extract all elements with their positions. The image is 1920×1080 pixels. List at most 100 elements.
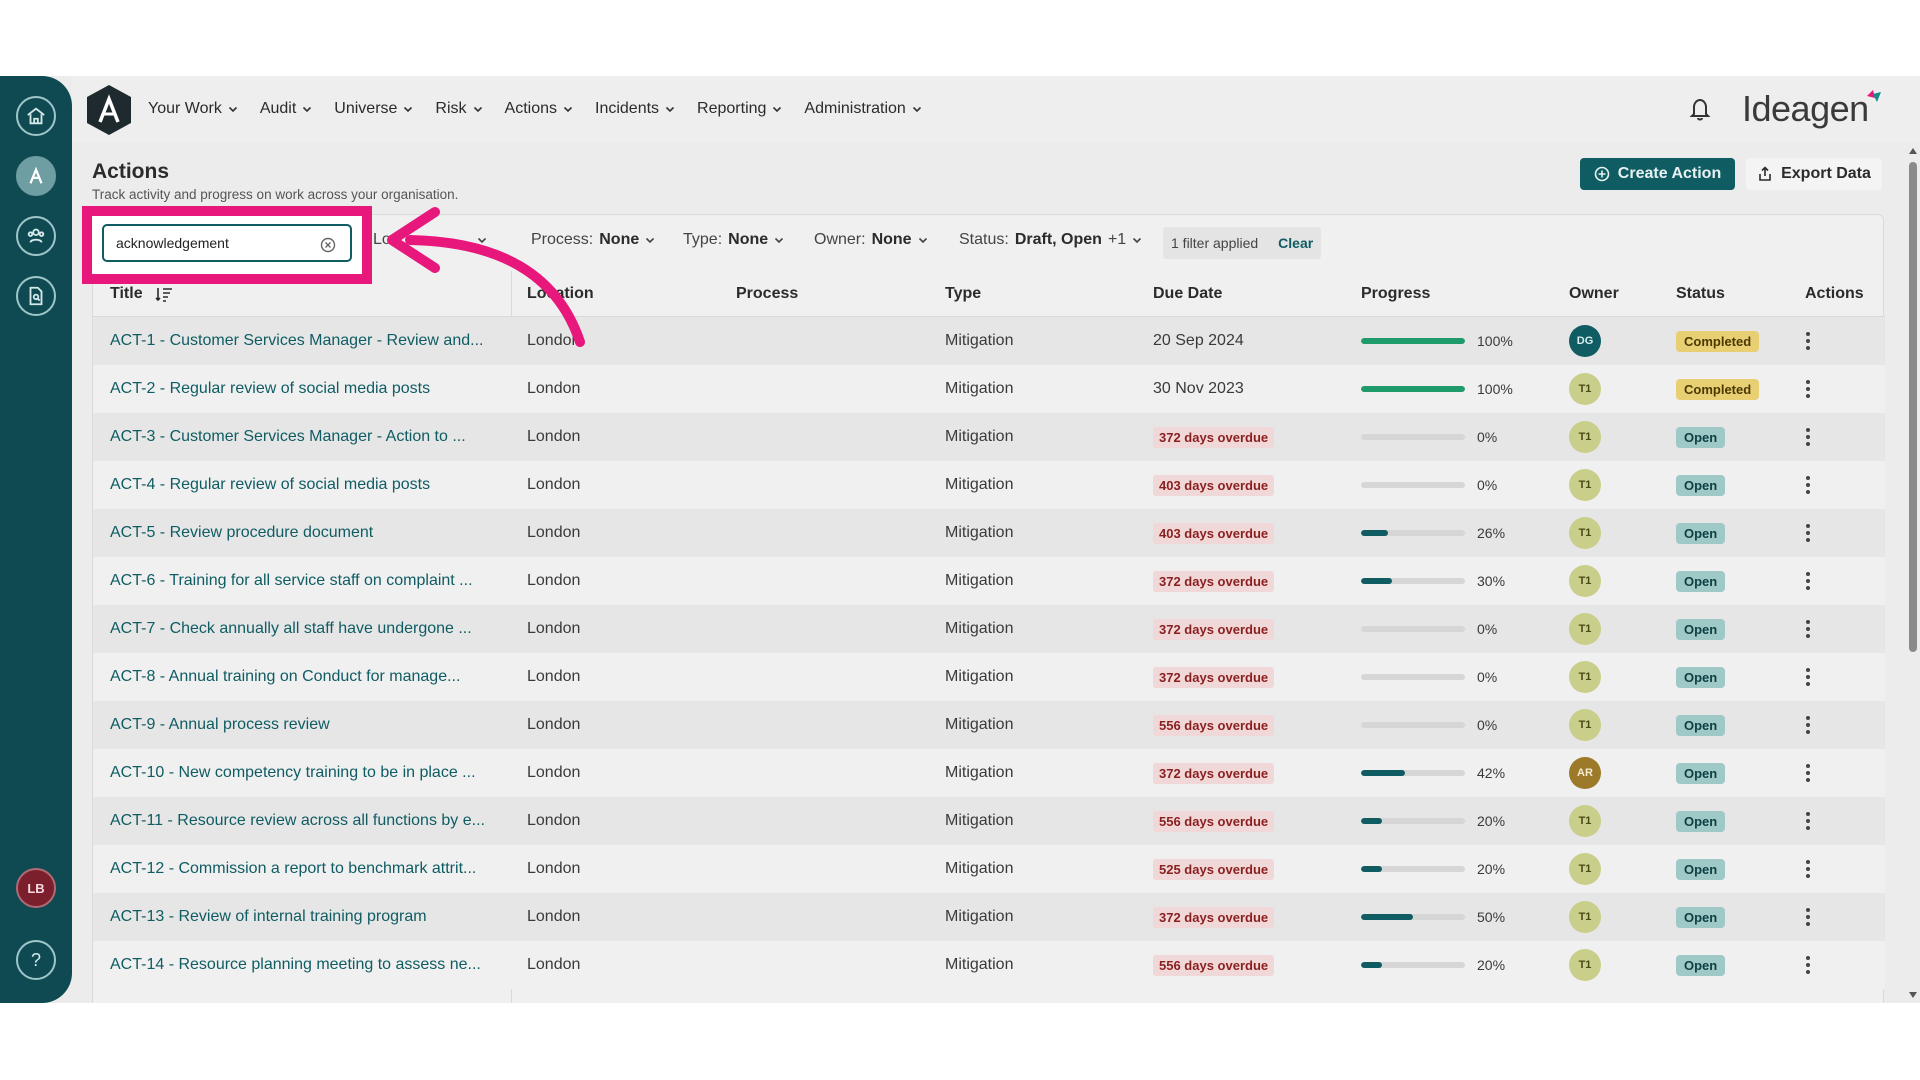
kebab-menu-icon[interactable] [1805,715,1811,735]
action-title-link[interactable]: ACT-5 - Review procedure document [110,509,373,557]
owner-avatar[interactable]: T1 [1569,901,1601,933]
table-row[interactable]: ACT-13 - Review of internal training pro… [93,893,1885,941]
owner-cell: T1 [1569,893,1601,941]
kebab-menu-icon[interactable] [1805,667,1811,687]
owner-avatar[interactable]: T1 [1569,805,1601,837]
search-field[interactable] [102,224,352,262]
nav-item-audit[interactable]: Audit [260,100,312,118]
page-scrollbar[interactable] [1906,76,1920,1003]
document-search-icon[interactable] [16,276,56,316]
kebab-menu-icon[interactable] [1805,763,1811,783]
help-icon[interactable]: ? [16,940,56,980]
owner-avatar[interactable]: T1 [1569,421,1601,453]
kebab-menu-icon[interactable] [1805,379,1811,399]
user-avatar[interactable]: LB [16,868,56,908]
action-title-link[interactable]: ACT-9 - Annual process review [110,701,330,749]
progress-bar [1361,722,1465,728]
due-date-cell: 372 days overdue [1153,893,1275,941]
kebab-menu-icon[interactable] [1805,619,1811,639]
table-row[interactable]: ACT-10 - New competency training to be i… [93,749,1885,797]
app-logo[interactable] [85,84,133,136]
sort-icon[interactable] [155,286,173,302]
home-icon[interactable] [16,96,56,136]
column-header-due-date[interactable]: Due Date [1153,285,1222,303]
owner-filter[interactable]: Owner: None [814,231,928,249]
search-input[interactable] [116,235,306,251]
type-filter[interactable]: Type: None [683,231,784,249]
owner-avatar[interactable]: T1 [1569,949,1601,981]
owner-avatar[interactable]: T1 [1569,853,1601,885]
owner-avatar[interactable]: AR [1569,757,1601,789]
kebab-menu-icon[interactable] [1805,427,1811,447]
action-title-link[interactable]: ACT-12 - Commission a report to benchmar… [110,845,476,893]
owner-avatar[interactable]: T1 [1569,469,1601,501]
export-data-button[interactable]: Export Data [1746,158,1882,190]
clear-search-icon[interactable] [320,237,336,253]
owner-avatar[interactable]: T1 [1569,517,1601,549]
chevron-down-icon [918,237,927,244]
bell-icon[interactable] [1688,96,1712,122]
kebab-menu-icon[interactable] [1805,811,1811,831]
nav-item-universe[interactable]: Universe [334,100,413,118]
row-actions-cell [1805,365,1811,413]
status-filter[interactable]: Status: Draft, Open +1 [959,231,1142,249]
action-title-link[interactable]: ACT-3 - Customer Services Manager - Acti… [110,413,466,461]
nav-item-actions[interactable]: Actions [505,100,573,118]
owner-avatar[interactable]: T1 [1569,661,1601,693]
nav-item-your-work[interactable]: Your Work [148,100,238,118]
table-row[interactable]: ACT-11 - Resource review across all func… [93,797,1885,845]
table-row[interactable]: ACT-1 - Customer Services Manager - Revi… [93,317,1885,365]
kebab-menu-icon[interactable] [1805,907,1811,927]
table-row[interactable]: ACT-5 - Review procedure document London M… [93,509,1885,557]
kebab-menu-icon[interactable] [1805,475,1811,495]
scroll-thumb[interactable] [1909,162,1917,652]
owner-avatar[interactable]: DG [1569,325,1601,357]
action-title-link[interactable]: ACT-7 - Check annually all staff have un… [110,605,472,653]
nav-item-administration[interactable]: Administration [804,100,921,118]
table-row[interactable]: ACT-2 - Regular review of social media p… [93,365,1885,413]
scroll-down-arrow[interactable] [1909,992,1917,998]
type-cell: Mitigation [945,860,1014,877]
clear-filters-button[interactable]: Clear [1278,235,1313,251]
kebab-menu-icon[interactable] [1805,955,1811,975]
table-row[interactable]: ACT-14 - Resource planning meeting to as… [93,941,1885,989]
type-cell: Mitigation [945,620,1014,637]
app-logo-icon[interactable] [16,156,56,196]
table-row[interactable]: ACT-4 - Regular review of social media p… [93,461,1885,509]
action-title-link[interactable]: ACT-6 - Training for all service staff o… [110,557,473,605]
create-action-button[interactable]: Create Action [1580,158,1735,190]
owner-avatar[interactable]: T1 [1569,373,1601,405]
column-header-process[interactable]: Process [736,285,798,303]
location-cell: London [527,860,581,877]
kebab-menu-icon[interactable] [1805,331,1811,351]
owner-avatar[interactable]: T1 [1569,709,1601,741]
table-row[interactable]: ACT-6 - Training for all service staff o… [93,557,1885,605]
action-title-link[interactable]: ACT-10 - New competency training to be i… [110,749,476,797]
action-title-link[interactable]: ACT-13 - Review of internal training pro… [110,893,427,941]
action-title-link[interactable]: ACT-2 - Regular review of social media p… [110,365,430,413]
column-header-title[interactable]: Title [110,285,173,303]
table-row[interactable]: ACT-12 - Commission a report to benchmar… [93,845,1885,893]
owner-avatar[interactable]: T1 [1569,565,1601,597]
column-header-progress[interactable]: Progress [1361,285,1430,303]
scroll-up-arrow[interactable] [1909,148,1917,154]
action-title-link[interactable]: ACT-11 - Resource review across all func… [110,797,485,845]
action-title-link[interactable]: ACT-14 - Resource planning meeting to as… [110,941,481,989]
kebab-menu-icon[interactable] [1805,523,1811,543]
table-row[interactable]: ACT-7 - Check annually all staff have un… [93,605,1885,653]
action-title-link[interactable]: ACT-8 - Annual training on Conduct for m… [110,653,460,701]
nav-item-incidents[interactable]: Incidents [595,100,675,118]
column-header-owner[interactable]: Owner [1569,285,1619,303]
kebab-menu-icon[interactable] [1805,571,1811,591]
table-row[interactable]: ACT-8 - Annual training on Conduct for m… [93,653,1885,701]
column-header-type[interactable]: Type [945,285,981,303]
owner-avatar[interactable]: T1 [1569,613,1601,645]
table-row[interactable]: ACT-9 - Annual process review London Mitig… [93,701,1885,749]
action-title-link[interactable]: ACT-4 - Regular review of social media p… [110,461,430,509]
nav-item-reporting[interactable]: Reporting [697,100,782,118]
nav-item-risk[interactable]: Risk [435,100,482,118]
table-row[interactable]: ACT-3 - Customer Services Manager - Acti… [93,413,1885,461]
people-icon[interactable] [16,216,56,256]
kebab-menu-icon[interactable] [1805,859,1811,879]
column-header-status[interactable]: Status [1676,285,1725,303]
